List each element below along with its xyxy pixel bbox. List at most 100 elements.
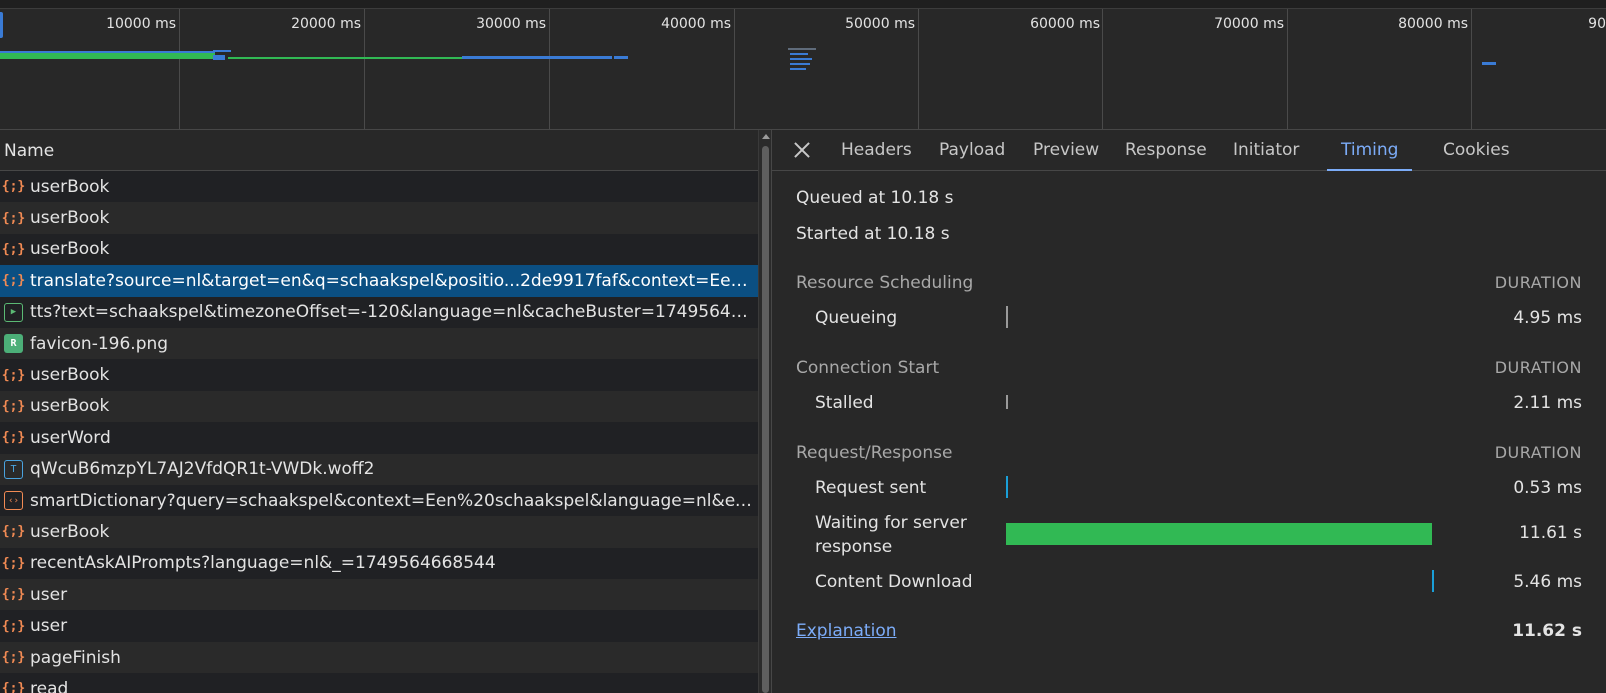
phase-label-stalled: Stalled <box>815 393 874 413</box>
started-at-text: Started at 10.18 s <box>796 224 950 244</box>
overview-selection-handle[interactable] <box>0 12 3 38</box>
duration-header: DURATION <box>1494 443 1582 462</box>
scrollbar-thumb[interactable] <box>762 146 769 693</box>
request-row[interactable]: {;} recentAskAIPrompts?language=nl&_=1749… <box>0 547 758 580</box>
explanation-link[interactable]: Explanation <box>796 621 897 641</box>
request-row[interactable]: TqWcuB6mzpYL7AJ2VfdQR1t-VWDk.woff2 <box>0 453 758 485</box>
request-list-scrollbar[interactable] <box>758 130 772 693</box>
request-row[interactable]: ▶ tts?text=schaakspel&timezoneOffset=-120… <box>0 296 758 328</box>
request-name: recentAskAIPrompts?language=nl&_=1749564… <box>30 553 496 574</box>
request-name: smartDictionary?query=schaakspel&context… <box>30 490 755 511</box>
request-name: userBook <box>30 365 110 386</box>
tab-timing[interactable]: Timing <box>1327 130 1413 171</box>
request-row[interactable]: Rfavicon-196.png <box>0 327 758 360</box>
json-file-icon: {;} <box>1 524 26 540</box>
details-tab-bar: Headers Payload Preview Response Initiat… <box>772 130 1606 171</box>
tab-initiator[interactable]: Initiator <box>1219 130 1313 171</box>
total-duration: 11.62 s <box>1512 621 1582 641</box>
request-row[interactable]: {;} userBook <box>0 516 758 548</box>
json-file-icon: {;} <box>1 273 26 289</box>
request-name: tts?text=schaakspel&timezoneOffset=-120&… <box>30 302 755 323</box>
phase-label-request-sent: Request sent <box>815 478 927 498</box>
request-name: user <box>30 584 68 605</box>
overview-request-bar <box>213 55 225 60</box>
phase-value-request-sent: 0.53 ms <box>1513 478 1582 498</box>
overview-gridline <box>1287 9 1288 130</box>
media-file-icon: ▶ <box>4 302 23 322</box>
request-list: Name {;} userBook {;} userBook {;} userBook {;… <box>0 130 758 693</box>
request-row[interactable]: {;} pageFinish <box>0 641 758 674</box>
request-row[interactable]: {;} user <box>0 610 758 642</box>
request-row[interactable]: {;} userBook <box>0 202 758 234</box>
request-row[interactable]: {;} read <box>0 673 758 693</box>
json-file-icon: {;} <box>1 430 26 446</box>
scroll-up-arrow-icon[interactable] <box>762 134 770 139</box>
phase-bar-request-sent <box>1006 476 1008 498</box>
tab-preview[interactable]: Preview <box>1019 130 1113 171</box>
overview-tick-label: 70000 ms <box>1214 16 1284 32</box>
request-name: userBook <box>30 239 110 260</box>
request-rows: {;} userBook {;} userBook {;} userBook {;} tran… <box>0 171 758 693</box>
phase-bar-content-download <box>1432 570 1435 592</box>
phase-label-queueing: Queueing <box>815 308 898 328</box>
overview-request-bar <box>462 56 612 59</box>
request-name: pageFinish <box>30 647 121 668</box>
close-icon[interactable] <box>792 140 812 160</box>
tab-cookies[interactable]: Cookies <box>1429 130 1524 171</box>
image-file-icon: R <box>4 334 23 354</box>
document-file-icon: ‹› <box>4 491 23 511</box>
request-name: userBook <box>30 521 110 542</box>
request-row[interactable]: {;} user <box>0 579 758 611</box>
section-title-resource-scheduling: Resource Scheduling <box>796 273 974 293</box>
overview-request-bar <box>790 53 808 55</box>
network-overview[interactable]: 10000 ms 20000 ms 30000 ms 40000 ms 5000… <box>0 0 1606 130</box>
font-file-icon: T <box>4 459 23 479</box>
name-column-header[interactable]: Name <box>0 130 758 171</box>
request-name: userBook <box>30 208 110 229</box>
phase-value-stalled: 2.11 ms <box>1513 393 1582 413</box>
request-row[interactable]: ‹› smartDictionary?query=schaakspel&conte… <box>0 484 758 517</box>
json-file-icon: {;} <box>1 587 26 603</box>
json-file-icon: {;} <box>1 681 26 693</box>
json-file-icon: {;} <box>1 367 26 383</box>
overview-request-bar <box>213 50 231 52</box>
request-name: translate?source=nl&target=en&q=schaaksp… <box>30 270 755 291</box>
request-row[interactable]: {;} userWord <box>0 422 758 454</box>
overview-gridline <box>1471 9 1472 130</box>
tab-payload[interactable]: Payload <box>925 130 1019 171</box>
tab-response[interactable]: Response <box>1111 130 1221 171</box>
request-row[interactable]: {;} userBook <box>0 171 758 203</box>
json-file-icon: {;} <box>1 210 26 226</box>
request-name: read <box>30 678 69 693</box>
overview-gridline <box>364 9 365 130</box>
json-file-icon: {;} <box>1 241 26 257</box>
duration-header: DURATION <box>1494 273 1582 292</box>
overview-tick-label: 90 <box>1588 16 1606 32</box>
overview-gridline <box>734 9 735 130</box>
overview-request-bar <box>0 53 215 59</box>
request-row[interactable]: {;} userBook <box>0 233 758 266</box>
queued-at-text: Queued at 10.18 s <box>796 188 954 208</box>
phase-value-waiting: 11.61 s <box>1519 523 1582 543</box>
request-details-panel: Headers Payload Preview Response Initiat… <box>772 130 1606 693</box>
section-title-connection-start: Connection Start <box>796 358 940 378</box>
request-row[interactable]: {;} userBook <box>0 359 758 391</box>
section-title-request-response: Request/Response <box>796 443 953 463</box>
phase-value-queueing: 4.95 ms <box>1513 308 1582 328</box>
overview-tick-label: 60000 ms <box>1030 16 1100 32</box>
tab-headers[interactable]: Headers <box>827 130 926 171</box>
overview-gridline <box>549 9 550 130</box>
overview-tick-label: 10000 ms <box>106 16 176 32</box>
request-name: user <box>30 616 68 637</box>
overview-gridline <box>1102 9 1103 130</box>
phase-bar-stalled <box>1006 395 1008 409</box>
phase-bar-waiting <box>1006 523 1432 545</box>
request-row[interactable]: {;} userBook <box>0 390 758 423</box>
request-name: qWcuB6mzpYL7AJ2VfdQR1t-VWDk.woff2 <box>30 459 375 480</box>
json-file-icon: {;} <box>1 555 26 571</box>
json-file-icon: {;} <box>1 398 26 414</box>
request-row[interactable]: {;} translate?source=nl&target=en&q=schaa… <box>0 265 758 297</box>
overview-request-bar <box>790 58 812 60</box>
phase-label-waiting: Waiting for server response <box>815 513 967 557</box>
name-column-label: Name <box>4 141 55 161</box>
